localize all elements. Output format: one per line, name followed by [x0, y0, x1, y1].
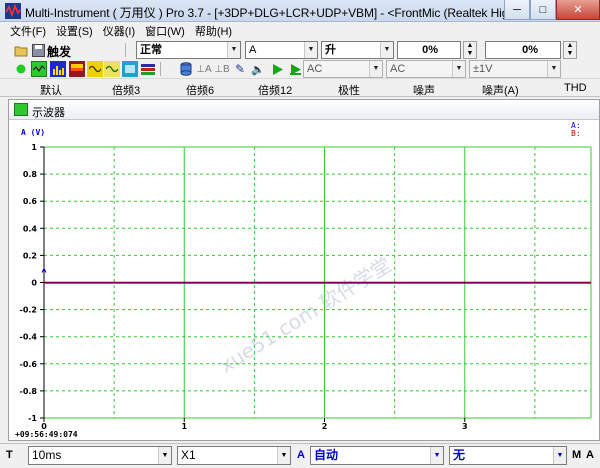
spectrogram-icon[interactable] [69, 61, 85, 77]
x-tick-label: 2 [322, 422, 328, 431]
timestamp-label: +09:56:49:074 [15, 430, 78, 439]
x-tick-label: 1 [181, 422, 187, 431]
save-disk-icon[interactable] [30, 42, 46, 58]
y-tick-label: -0.4 [20, 333, 38, 342]
channel-a-scale-select[interactable]: 自动 ▼ [310, 446, 444, 465]
trigger-position-spinner[interactable]: ▲ ▼ [563, 41, 577, 59]
y-tick-label: -1 [28, 414, 37, 423]
spectrum-analyzer-icon[interactable] [50, 61, 66, 77]
zoom-select[interactable]: X1 ▼ [177, 446, 291, 465]
oscilloscope-icon[interactable] [31, 61, 47, 77]
timebase-select[interactable]: 10ms ▼ [28, 446, 172, 465]
window-title: Multi-Instrument ( 万用仪 ) Pro 3.7 - [+3DP… [25, 6, 554, 20]
math-channel-label: A [586, 449, 594, 461]
title-bar: Multi-Instrument ( 万用仪 ) Pro 3.7 - [+3DP… [0, 0, 600, 22]
preset-default[interactable]: 默认 [40, 82, 62, 98]
toolbar-instruments: ⊥A ⊥B ✎ 🔈 AC ▼ AC ▼ ±1V ▼ [0, 59, 600, 79]
input-range-select[interactable]: ±1V ▼ [469, 60, 561, 78]
chevron-down-icon: ▼ [304, 42, 317, 58]
waveform-generator-icon[interactable] [104, 61, 120, 77]
status-bar: T 10ms ▼ X1 ▼ A 自动 ▼ 无 ▼ M A [0, 443, 600, 468]
y-tick-label: 1 [31, 143, 37, 152]
toolbar-main: 触发 正常 ▼ A ▼ 升 ▼ 0% ▲ ▼ 0% ▲ ▼ [0, 40, 600, 60]
oscilloscope-title: 示波器 [32, 107, 65, 119]
speaker-icon[interactable]: 🔈 [250, 61, 266, 77]
coupling-b-select[interactable]: AC ▼ [386, 60, 466, 78]
y-tick-label: 0.4 [23, 224, 38, 233]
multimeter-icon[interactable] [122, 61, 138, 77]
toolbar-separator [160, 62, 161, 76]
signal-generator-icon[interactable] [87, 61, 103, 77]
menu-instrument[interactable]: 仪器(I) [103, 23, 135, 39]
chevron-down-icon: ▼ [452, 61, 465, 77]
channel-b-scale-select[interactable]: 无 ▼ [449, 446, 567, 465]
math-label: M [572, 449, 582, 461]
preset-noise-a[interactable]: 噪声(A) [482, 82, 519, 98]
data-logger-icon[interactable] [178, 61, 194, 77]
preset-thd[interactable]: THD [564, 82, 587, 94]
oscilloscope-plot[interactable]: xue51.com 软件学堂 1 0.8 0.6 0.4 0.2 0 -0.2 -0.4 -0.6… [9, 121, 599, 441]
time-label: T [6, 449, 13, 461]
y-tick-label: 0.6 [23, 197, 38, 206]
ground-b-icon[interactable]: ⊥B [214, 61, 230, 77]
trigger-position-input[interactable]: 0% [485, 41, 561, 59]
coupling-a-select[interactable]: AC ▼ [303, 60, 383, 78]
oscilloscope-icon [14, 103, 28, 116]
ground-a-icon[interactable]: ⊥A [196, 61, 212, 77]
menu-help[interactable]: 帮助(H) [195, 23, 232, 39]
calibration-icon[interactable]: ✎ [232, 61, 248, 77]
menu-settings[interactable]: 设置(S) [56, 23, 93, 39]
chevron-down-icon: ▼ [430, 447, 443, 464]
chevron-down-icon: ▼ [553, 447, 566, 464]
chevron-down-icon: ▼ [227, 42, 240, 58]
chevron-down-icon: ▼ [547, 61, 560, 77]
chevron-down-icon: ▼ [380, 42, 393, 58]
chevron-down-icon: ▼ [277, 447, 290, 464]
channel-a-label: A [297, 449, 305, 461]
legend-channel-b: B: [571, 129, 581, 138]
chevron-down-icon: ▼ [158, 447, 171, 464]
minimize-button[interactable]: ─ [504, 0, 530, 20]
open-folder-icon[interactable] [13, 42, 29, 58]
y-tick-label: -0.2 [20, 306, 38, 315]
preset-octave3[interactable]: 倍频3 [112, 82, 140, 98]
trigger-label: 触发 [47, 45, 72, 59]
trigger-channel-select[interactable]: A ▼ [245, 41, 318, 59]
close-button[interactable]: ✕ [556, 0, 600, 20]
preset-polarity[interactable]: 极性 [338, 82, 360, 98]
oscilloscope-window: 示波器 xue51.com 软件学堂 1 0.8 0.6 0.4 0.2 0 -0.2 -0.4… [8, 99, 600, 441]
y-tick-label: 0.8 [23, 170, 38, 179]
trigger-level-spinner[interactable]: ▲ ▼ [463, 41, 477, 59]
y-tick-label: 0.2 [23, 251, 37, 260]
trigger-level-input[interactable]: 0% [397, 41, 461, 59]
y-tick-label: -0.6 [20, 360, 38, 369]
preset-bar: 默认 倍频3 倍频6 倍频12 极性 噪声 噪声(A) THD [0, 80, 600, 97]
preset-octave6[interactable]: 倍频6 [186, 82, 214, 98]
play-once-icon[interactable] [287, 61, 303, 77]
preset-noise[interactable]: 噪声 [413, 82, 435, 98]
trigger-edge-select[interactable]: 升 ▼ [321, 41, 394, 59]
watermark-text: xue51.com 软件学堂 [215, 253, 395, 378]
chevron-down-icon: ▼ [369, 61, 382, 77]
dds-icon[interactable] [140, 61, 156, 77]
menu-bar: 文件(F) 设置(S) 仪器(I) 窗口(W) 帮助(H) [0, 22, 600, 40]
y-axis-label: A (V) [21, 128, 45, 137]
play-icon[interactable] [269, 61, 285, 77]
maximize-button[interactable]: □ [530, 0, 556, 20]
record-dot-icon[interactable] [13, 61, 29, 77]
preset-octave12[interactable]: 倍频12 [258, 82, 292, 98]
y-tick-label: 0 [31, 279, 37, 288]
y-tick-label: -0.8 [20, 387, 38, 396]
menu-file[interactable]: 文件(F) [10, 23, 46, 39]
trigger-mode-select[interactable]: 正常 ▼ [136, 41, 241, 59]
x-tick-label: 3 [462, 422, 468, 431]
app-logo-icon [5, 3, 21, 19]
menu-window[interactable]: 窗口(W) [145, 23, 185, 39]
window-controls: ─ □ ✕ [504, 0, 600, 21]
oscilloscope-titlebar: 示波器 [9, 100, 599, 120]
toolbar-separator [125, 43, 126, 57]
